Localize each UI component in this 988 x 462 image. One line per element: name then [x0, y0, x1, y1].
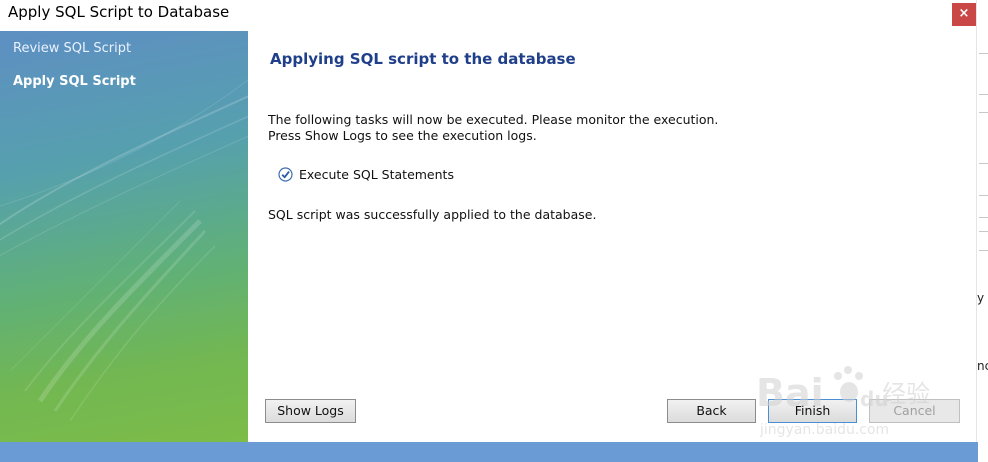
page-heading: Applying SQL script to the database [270, 50, 576, 68]
window-title: Apply SQL Script to Database [8, 3, 230, 21]
bg-line [979, 163, 988, 164]
background-window-strip [0, 442, 988, 462]
back-button[interactable]: Back [667, 399, 756, 423]
watermark-cn: 经验 [882, 380, 930, 408]
bg-line [979, 53, 988, 54]
result-message: SQL script was successfully applied to t… [268, 207, 597, 222]
info-text-line2: Press Show Logs to see the execution log… [268, 128, 537, 143]
close-icon: × [958, 6, 970, 21]
task-execute-sql-statements: Execute SQL Statements [299, 167, 454, 182]
watermark-brand: Bai [756, 371, 824, 415]
background-window-edge: y nc [976, 0, 988, 442]
apply-sql-dialog: Apply SQL Script to Database × Review SQ… [0, 0, 976, 442]
bg-line [979, 195, 988, 196]
background-corner [978, 442, 988, 462]
bg-line [979, 94, 988, 95]
sidebar-item-apply-sql-script[interactable]: Apply SQL Script [13, 74, 136, 89]
bg-line [979, 250, 988, 251]
sidebar-item-review-sql-script[interactable]: Review SQL Script [13, 41, 131, 56]
show-logs-button[interactable]: Show Logs [265, 399, 356, 423]
paw-icon [834, 366, 863, 402]
bg-line [979, 112, 988, 113]
watermark-url: jingyan.baidu.com [759, 422, 889, 438]
bg-line [979, 231, 988, 232]
bg-char: nc [977, 359, 988, 373]
title-bar: Apply SQL Script to Database × [0, 0, 976, 31]
wizard-sidebar: Review SQL Script Apply SQL Script [0, 31, 248, 442]
close-button[interactable]: × [952, 3, 976, 26]
bg-line [979, 217, 988, 218]
baidu-jingyan-watermark: Bai du 经验 jingyan.baidu.com [756, 366, 930, 438]
sidebar-decoration [0, 79, 248, 422]
info-text-line1: The following tasks will now be executed… [268, 112, 719, 127]
bg-char: y [977, 291, 985, 305]
check-circle-icon [278, 167, 293, 182]
